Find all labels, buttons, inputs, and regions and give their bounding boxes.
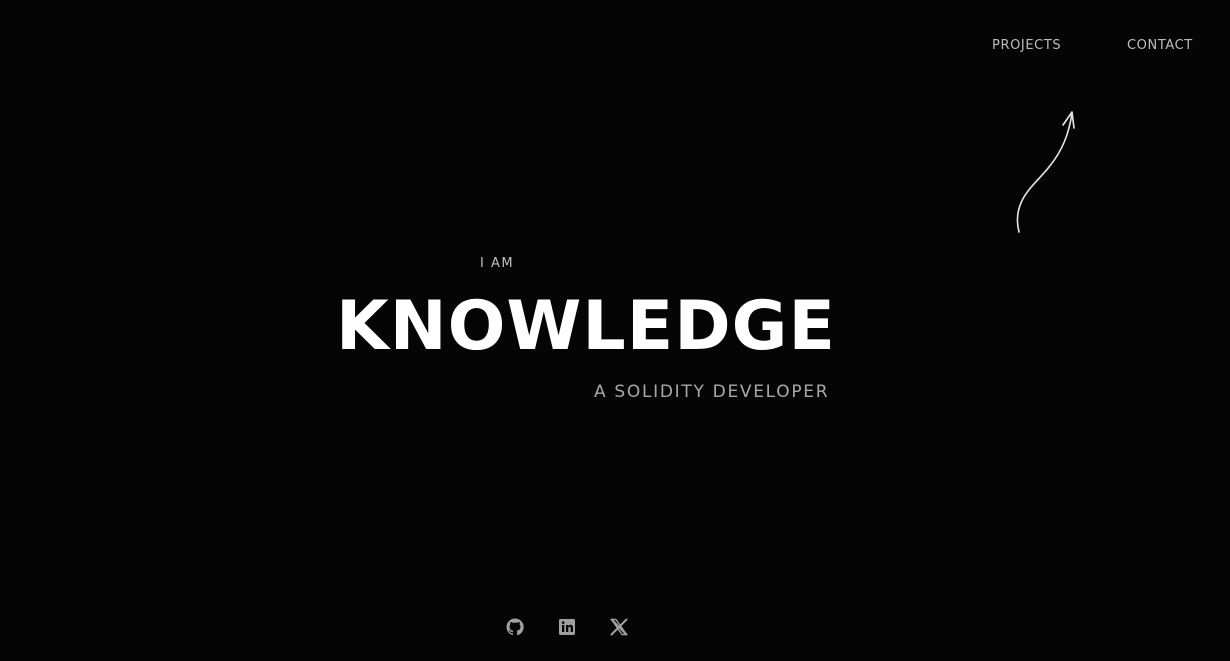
hero-intro: I AM <box>480 256 515 271</box>
hero-role: A SOLIDITY DEVELOPER <box>594 382 830 402</box>
nav-link-projects[interactable]: PROJECTS <box>992 38 1061 53</box>
social-links <box>0 615 1230 639</box>
linkedin-icon[interactable] <box>555 615 579 639</box>
x-icon[interactable] <box>607 615 631 639</box>
hand-drawn-arrow-icon <box>1016 111 1075 233</box>
nav-link-contact[interactable]: CONTACT <box>1127 38 1193 53</box>
top-nav: PROJECTS CONTACT <box>0 38 1230 58</box>
hero-name: KNOWLEDGE <box>336 287 836 366</box>
github-icon[interactable] <box>503 615 527 639</box>
